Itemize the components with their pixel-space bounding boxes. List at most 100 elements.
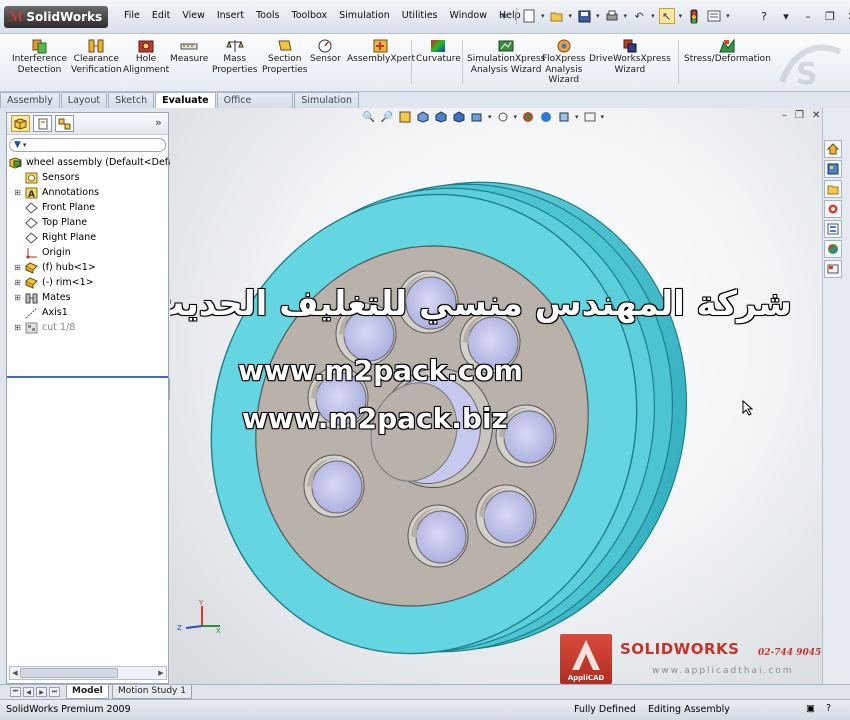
hole-alignment-button[interactable]: Hole Alignment [123,38,169,75]
tree-node-right-plane[interactable]: Right Plane [7,230,168,245]
menu-view[interactable]: View [176,10,211,21]
tree-node-top-plane[interactable]: Top Plane [7,215,168,230]
feature-manager-tabs: » [7,113,168,135]
tree-node-axis1[interactable]: Axis1 [7,305,168,320]
tab-motion-study-1[interactable]: Motion Study 1 [112,685,192,699]
expand-plus-icon[interactable]: ⊞ [13,293,22,302]
tab-simulation[interactable]: Simulation [294,92,359,108]
status-help-icon[interactable]: ? [826,703,831,714]
select-arrow-icon[interactable]: ↖ [658,8,675,24]
tab-layout[interactable]: Layout [60,92,108,108]
tree-node-cut-pattern[interactable]: ⊞ cut 1/8 [7,320,168,335]
rebuild-traffic-light-icon[interactable] [686,8,702,24]
floxpress-button[interactable]: FloXpress Analysis Wizard [542,38,585,86]
status-units-icon[interactable]: ▣ [806,703,815,714]
save-icon[interactable] [576,8,592,24]
tree-node-annotations[interactable]: ⊞ A Annotations [7,185,168,200]
tab-assembly[interactable]: Assembly [0,92,60,108]
property-manager-tab-icon[interactable] [33,115,52,132]
menu-edit[interactable]: Edit [146,10,176,21]
rollback-bar[interactable] [7,376,168,378]
menu-tools[interactable]: Tools [250,10,285,21]
help-dropdown-icon[interactable]: ▾ [778,8,794,24]
view-palette-icon[interactable] [824,220,842,238]
tree-node-rim[interactable]: ⊞ (-) rim<1> [7,275,168,290]
tree-node-sensors[interactable]: Sensors [7,170,168,185]
new-dropdown-icon[interactable]: ▾ [541,12,545,20]
section-properties-button[interactable]: Section Properties [262,38,307,75]
menu-file[interactable]: File [118,10,146,21]
separator [411,40,412,84]
tab-evaluate[interactable]: Evaluate [155,92,216,108]
menu-window[interactable]: Window [444,10,493,21]
print-dropdown-icon[interactable]: ▾ [624,12,628,20]
graphics-viewport[interactable]: 🔍 🔎 ▾ ▾ ▾ ▾ – ❐ ✕ شركة المهندس منسي للتغ… [170,108,822,684]
scroll-right-icon[interactable]: ▶ [156,667,166,679]
open-folder-icon[interactable] [549,8,565,24]
curvature-button[interactable]: Curvature [416,38,461,65]
undo-dropdown-icon[interactable]: ▾ [651,12,655,20]
tree-node-wheel-assembly[interactable]: wheel assembly (Default<Default [7,155,186,170]
first-tab-icon[interactable]: ⏮ [10,687,21,697]
save-dropdown-icon[interactable]: ▾ [596,12,600,20]
curvature-icon [429,38,447,54]
tab-office-products[interactable]: Office Products [216,92,294,121]
print-icon[interactable] [604,8,620,24]
filter-dropdown-icon[interactable]: ▾ [23,141,27,149]
tree-node-origin[interactable]: Origin [7,245,168,260]
tree-node-hub[interactable]: ⊞ (f) hub<1> [7,260,168,275]
menu-toolbox[interactable]: Toolbox [286,10,334,21]
expand-plus-icon[interactable]: ⊞ [13,323,22,332]
interference-detection-button[interactable]: Interference Detection [12,38,67,75]
minimize-icon[interactable]: – [800,8,816,24]
select-dropdown-icon[interactable]: ▾ [679,12,683,20]
menu-simulation[interactable]: Simulation [333,10,396,21]
sensor-button[interactable]: Sensor [310,38,341,65]
design-library-icon[interactable] [824,160,842,178]
solidworks-resources-icon[interactable] [824,140,842,158]
expand-plus-icon[interactable]: ⊞ [13,278,22,287]
pushpin-icon[interactable]: ✶ [496,8,512,24]
tab-sketch[interactable]: Sketch [108,92,155,108]
search-results-icon[interactable] [824,200,842,218]
assemblyxpert-button[interactable]: AssemblyXpert [347,38,415,65]
stress-deformation-button[interactable]: Stress/Deformation [684,38,771,65]
scroll-left-icon[interactable]: ◀ [10,667,20,679]
mass-properties-button[interactable]: Mass Properties [212,38,257,75]
wheel-assembly-model[interactable] [170,108,822,684]
help-question-icon[interactable]: ? [756,8,772,24]
menu-utilities[interactable]: Utilities [396,10,444,21]
tree-node-mates[interactable]: ⊞ Mates [7,290,168,305]
expand-plus-icon[interactable]: ⊞ [13,188,22,197]
last-tab-icon[interactable]: ⏭ [49,687,60,697]
custom-properties-icon[interactable] [824,260,842,278]
status-defined: Fully Defined [574,704,636,715]
measure-button[interactable]: Measure [170,38,208,65]
expand-panel-icon[interactable]: » [155,116,162,129]
next-tab-icon[interactable]: ▶ [36,687,47,697]
simulationxpress-button[interactable]: SimulationXpress Analysis Wizard [467,38,545,75]
properties-dropdown-icon[interactable]: ▾ [726,12,730,20]
scroll-thumb[interactable] [20,668,118,678]
open-dropdown-icon[interactable]: ▾ [569,12,573,20]
driveworksxpress-button[interactable]: DriveWorksXpress Wizard [589,38,671,75]
file-explorer-icon[interactable] [824,180,842,198]
close-icon[interactable]: ✕ [844,8,850,24]
undo-icon[interactable]: ↶ [631,8,647,24]
restore-icon[interactable]: ❐ [822,8,838,24]
appearances-scenes-icon[interactable] [824,240,842,258]
horizontal-scrollbar[interactable]: ◀ ▶ [9,666,167,680]
feature-tree-tab-icon[interactable] [11,115,30,132]
assemblyxpert-icon [372,38,390,54]
feature-filter-input[interactable]: ▼ ▾ [9,138,166,152]
expand-plus-icon[interactable]: ⊞ [13,263,22,272]
tab-model[interactable]: Model [66,685,109,699]
configuration-manager-tab-icon[interactable] [55,115,74,132]
menu-insert[interactable]: Insert [211,10,250,21]
file-properties-icon[interactable] [706,8,722,24]
solidworks-logo[interactable]: ℳ SolidWorks [4,6,109,28]
new-document-icon[interactable] [521,8,537,24]
prev-tab-icon[interactable]: ◀ [23,687,34,697]
clearance-verification-button[interactable]: Clearance Verification [71,38,122,75]
tree-node-front-plane[interactable]: Front Plane [7,200,168,215]
